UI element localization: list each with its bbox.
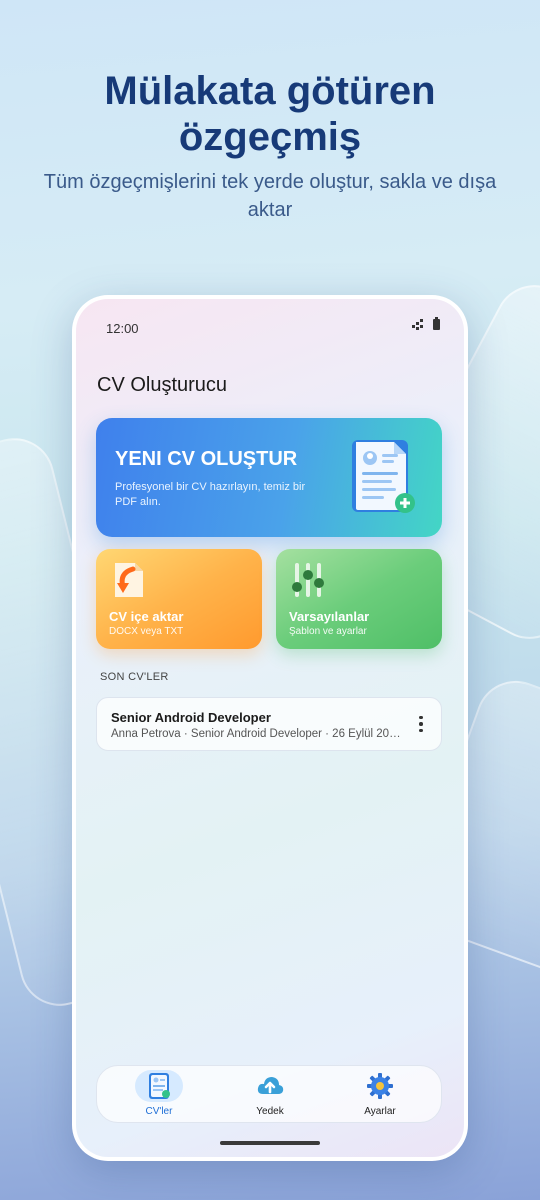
nav-item-settings[interactable]: Ayarlar <box>330 1066 430 1124</box>
document-add-icon <box>352 440 415 513</box>
cloud-upload-icon <box>257 1077 284 1094</box>
bottom-navigation: CV'ler Yedek Ayarlar <box>96 1065 442 1123</box>
app-title: CV Oluşturucu <box>97 374 228 396</box>
defaults-title: Varsayılanlar <box>289 609 370 624</box>
sliders-icon <box>292 563 324 597</box>
promo-subline: Tüm özgeçmişlerini tek yerde oluştur, sa… <box>43 171 497 221</box>
promo-headline: Mülakata götüren özgeçmiş <box>0 68 540 160</box>
new-cv-title: YENI CV OLUŞTUR <box>115 448 298 470</box>
nav-label-settings: Ayarlar <box>364 1106 396 1117</box>
new-cv-description: Profesyonel bir CV hazırlayın, temiz bir… <box>115 481 306 508</box>
promo-headline-line2: özgeçmiş <box>178 115 362 159</box>
status-time: 12:00 <box>106 321 139 336</box>
more-options-button[interactable] <box>411 712 431 736</box>
status-icons <box>412 317 440 330</box>
import-icon <box>115 563 143 597</box>
defaults-subtitle: Şablon ve ayarlar <box>289 626 367 637</box>
recent-cvs-label: SON CV'LER <box>100 671 169 683</box>
gear-icon <box>367 1073 393 1099</box>
documents-icon <box>149 1073 170 1099</box>
cv-title: Senior Android Developer <box>111 710 271 725</box>
promo-headline-line1: Mülakata götüren <box>104 69 436 113</box>
nav-label-backup: Yedek <box>256 1106 284 1117</box>
import-cv-subtitle: DOCX veya TXT <box>109 626 184 637</box>
nav-label-cvs: CV'ler <box>145 1106 173 1117</box>
home-indicator[interactable] <box>220 1141 320 1145</box>
new-cv-card[interactable]: YENI CV OLUŞTUR Profesyonel bir CV hazır… <box>96 418 442 537</box>
network-icon <box>412 319 423 330</box>
battery-icon <box>433 317 440 330</box>
phone-frame: 12:00 CV Oluşturucu YENI CV OLUŞTUR Prof… <box>72 295 468 1161</box>
more-vert-icon <box>419 715 423 720</box>
app-screen: 12:00 CV Oluşturucu YENI CV OLUŞTUR Prof… <box>76 299 464 1157</box>
nav-item-cvs[interactable]: CV'ler <box>109 1066 209 1124</box>
list-item[interactable]: Senior Android Developer Anna Petrova · … <box>96 697 442 751</box>
cv-meta: Anna Petrova · Senior Android Developer … <box>111 728 401 740</box>
more-vert-icon <box>419 728 423 733</box>
more-vert-icon <box>419 722 423 726</box>
defaults-tile[interactable]: Varsayılanlar Şablon ve ayarlar <box>276 549 442 649</box>
import-cv-tile[interactable]: CV içe aktar DOCX veya TXT <box>96 549 262 649</box>
nav-item-backup[interactable]: Yedek <box>220 1066 320 1124</box>
import-cv-title: CV içe aktar <box>109 609 184 624</box>
